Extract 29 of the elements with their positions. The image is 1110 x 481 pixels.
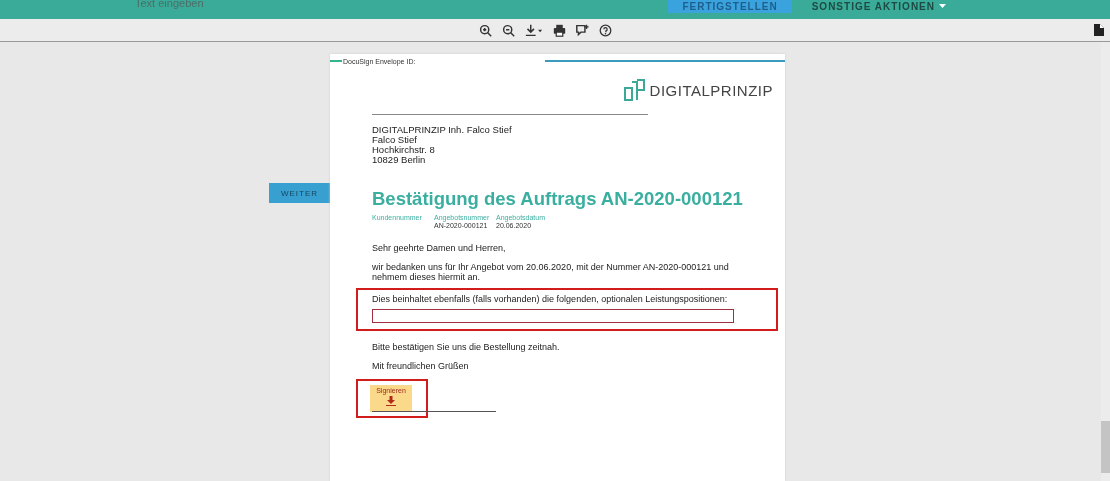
intro-paragraph: wir bedanken uns für Ihr Angebot vom 20.06.2020, mit der Nummer AN-2020-000121 und nehmem dieses hiermit an. bbox=[372, 262, 730, 282]
document-icon[interactable] bbox=[1094, 24, 1104, 36]
print-icon[interactable] bbox=[552, 23, 566, 37]
greeting-text: Sehr geehrte Damen und Herren, bbox=[372, 243, 507, 253]
request-text: Bitte bestätigen Sie uns die Bestellung zeitnah. bbox=[372, 342, 561, 352]
scrollbar-thumb[interactable] bbox=[1101, 421, 1110, 473]
address-line: Hochkirchstr. 8 bbox=[372, 145, 436, 155]
address-line: Falco Stief bbox=[372, 135, 418, 145]
document-title: Bestätigung des Auftrags AN-2020-000121 bbox=[372, 188, 744, 210]
zoom-out-icon[interactable] bbox=[501, 23, 515, 37]
download-arrow-icon bbox=[386, 396, 396, 406]
closing-text: Mit freundlichen Grüßen bbox=[372, 361, 470, 371]
options-input-field[interactable] bbox=[372, 309, 734, 323]
caret-icon bbox=[939, 3, 946, 9]
address-line: 10829 Berlin bbox=[372, 155, 427, 165]
options-label: Dies beinhaltet ebenfalls (falls vorhanden) die folgenden, optionalen Leistungspositionen: bbox=[372, 294, 729, 304]
address-line: DIGITALPRINZIP Inh. Falco Stief bbox=[372, 125, 513, 135]
download-icon[interactable] bbox=[524, 23, 543, 37]
zoom-in-icon[interactable] bbox=[478, 23, 492, 37]
search-field[interactable]: Text eingeben bbox=[135, 0, 315, 11]
header-rule bbox=[330, 60, 342, 62]
logo-mark-icon bbox=[623, 78, 646, 102]
next-button[interactable]: WEITER bbox=[269, 183, 330, 203]
help-icon[interactable] bbox=[598, 23, 612, 37]
scrollbar[interactable] bbox=[1101, 42, 1110, 481]
logo-text: DIGITALPRINZIP bbox=[649, 81, 773, 99]
finish-button[interactable]: FERTIGSTELLEN bbox=[668, 0, 792, 13]
comment-icon[interactable] bbox=[575, 23, 589, 37]
actions-menu-button[interactable]: SONSTIGE AKTIONEN bbox=[797, 0, 960, 13]
